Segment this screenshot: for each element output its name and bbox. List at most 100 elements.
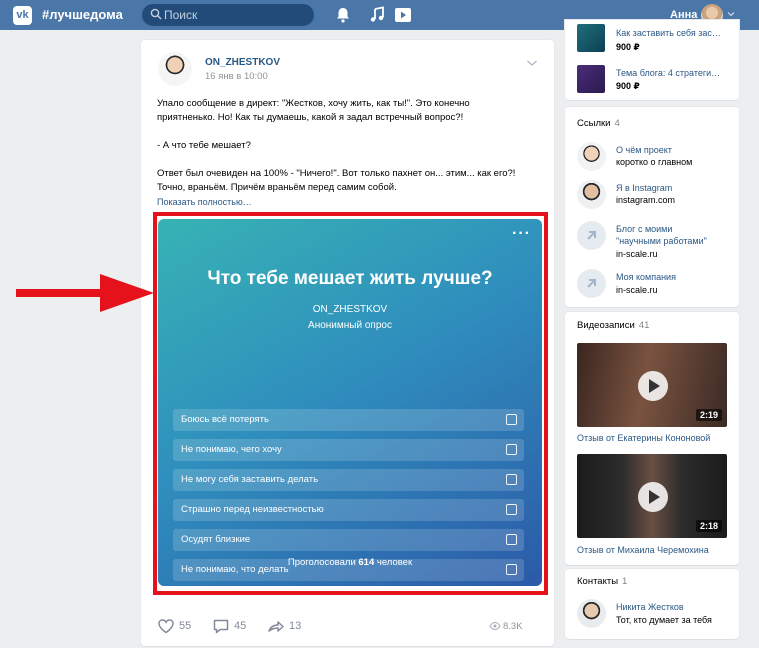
contacts-count: 1 xyxy=(622,576,628,587)
bell-icon[interactable] xyxy=(334,6,352,24)
product-title[interactable]: Тема блога: 4 стратеги… xyxy=(616,67,720,79)
contacts-heading-label: Контакты xyxy=(577,576,619,587)
poll-option-label: Боюсь всё потерять xyxy=(181,414,269,425)
video-thumb[interactable]: 2:19 xyxy=(577,343,727,427)
vk-logo-icon[interactable]: vk xyxy=(13,6,32,25)
poll-option[interactable]: Осудят близкие xyxy=(173,529,524,551)
checkbox-icon[interactable] xyxy=(506,534,517,545)
poll-type: Анонимный опрос xyxy=(308,320,392,331)
poll-option-label: Не понимаю, что делать xyxy=(181,564,289,575)
comments-count: 45 xyxy=(234,620,247,632)
videos-heading[interactable]: Видеозаписи 41 xyxy=(577,320,649,331)
poll-option[interactable]: Не понимаю, что делать xyxy=(173,559,524,581)
likes-count: 55 xyxy=(179,620,192,632)
contact-avatar[interactable] xyxy=(577,599,606,628)
videos-count: 41 xyxy=(638,320,650,331)
post-author[interactable]: ON_ZHESTKOV xyxy=(205,57,280,68)
post-text-line: Точно, враньём. Причём враньём перед сам… xyxy=(157,182,397,193)
contact-name[interactable]: Никита Жестков xyxy=(616,601,684,613)
play-icon[interactable] xyxy=(638,482,668,512)
share-icon xyxy=(268,621,284,632)
poll-option-label: Не могу себя заставить делать xyxy=(181,474,319,485)
post-text: Упало сообщение в директ: "Жестков, хочу… xyxy=(157,97,542,209)
product-price: 900 ₽ xyxy=(616,81,640,91)
post-text-line: Ответ был очевиден на 100% - "Ничего!". … xyxy=(157,168,516,179)
link-title[interactable]: О чём проект xyxy=(616,144,672,156)
heart-icon xyxy=(158,619,174,634)
video-caption[interactable]: Отзыв от Екатерины Кононовой xyxy=(577,433,710,443)
search-placeholder: Поиск xyxy=(164,8,198,22)
post-date[interactable]: 16 янв в 10:00 xyxy=(205,71,268,82)
author-avatar[interactable] xyxy=(158,52,192,86)
link-title-line: Блог с моими xyxy=(616,224,673,234)
post-menu-chevron-icon[interactable] xyxy=(526,58,538,68)
link-arrow-icon[interactable] xyxy=(577,221,606,250)
shares-count: 13 xyxy=(289,620,302,632)
checkbox-icon[interactable] xyxy=(506,564,517,575)
search-input[interactable]: Поиск xyxy=(142,4,314,26)
video-thumb[interactable]: 2:18 xyxy=(577,454,727,538)
contact-sub: Тот, кто думает за тебя xyxy=(616,615,712,625)
poll-author[interactable]: ON_ZHESTKOV xyxy=(158,304,542,315)
links-heading[interactable]: Ссылки 4 xyxy=(577,118,620,129)
video-duration: 2:18 xyxy=(695,520,722,532)
links-count: 4 xyxy=(614,118,620,129)
video-caption[interactable]: Отзыв от Михаила Черемохина xyxy=(577,545,709,555)
checkbox-icon[interactable] xyxy=(506,444,517,455)
contacts-heading[interactable]: Контакты 1 xyxy=(577,576,627,587)
product-price: 900 ₽ xyxy=(616,42,640,52)
link-title[interactable]: Моя компания xyxy=(616,271,676,283)
show-more-link[interactable]: Показать полностью… xyxy=(157,195,542,209)
like-button[interactable]: 55 xyxy=(157,617,197,635)
checkbox-icon[interactable] xyxy=(506,474,517,485)
link-title[interactable]: Я в Instagram xyxy=(616,182,672,194)
eye-icon xyxy=(489,621,501,631)
link-sub: instagram.com xyxy=(616,195,676,205)
videos-heading-label: Видеозаписи xyxy=(577,320,635,331)
link-sub: коротко о главном xyxy=(616,157,693,167)
poll-option[interactable]: Не понимаю, чего хочу xyxy=(173,439,524,461)
product-image[interactable] xyxy=(577,24,605,52)
comment-icon xyxy=(213,619,229,634)
poll-option-label: Не понимаю, чего хочу xyxy=(181,444,282,455)
play-icon[interactable] xyxy=(638,371,668,401)
link-thumb[interactable] xyxy=(577,180,606,209)
poll-title: Что тебе мешает жить лучше? xyxy=(207,268,493,289)
share-button[interactable]: 13 xyxy=(267,617,307,635)
post-text-line: Упало сообщение в директ: "Жестков, хочу… xyxy=(157,98,470,109)
poll-option-label: Осудят близкие xyxy=(181,534,251,545)
link-title-line: "научными работами" xyxy=(616,236,707,246)
poll-card: ··· Что тебе мешает жить лучше? ON_ZHEST… xyxy=(158,219,542,586)
play-icon[interactable] xyxy=(394,6,412,24)
site-name[interactable]: #лучшедома xyxy=(42,7,123,22)
post-actions: 55 45 13 xyxy=(157,617,542,635)
search-icon xyxy=(150,8,162,20)
product-title[interactable]: Как заставить себя зас… xyxy=(616,27,721,39)
poll-more-icon[interactable]: ··· xyxy=(512,226,531,242)
link-sub: in-scale.ru xyxy=(616,249,658,259)
views-count: 8.3K xyxy=(503,621,523,632)
link-sub: in-scale.ru xyxy=(616,285,658,295)
link-arrow-icon[interactable] xyxy=(577,269,606,298)
checkbox-icon[interactable] xyxy=(506,504,517,515)
chevron-down-icon[interactable] xyxy=(727,10,735,18)
contacts-block: Контакты 1 Никита Жестков Тот, кто думает… xyxy=(565,569,739,639)
poll-option-label: Страшно перед неизвестностью xyxy=(181,504,324,515)
music-icon[interactable] xyxy=(368,6,386,24)
poll-option[interactable]: Боюсь всё потерять xyxy=(173,409,524,431)
link-thumb[interactable] xyxy=(577,142,606,171)
links-block: Ссылки 4 О чём проект коротко о главном Я… xyxy=(565,107,739,307)
videos-block: Видеозаписи 41 2:19 Отзыв от Екатерины Ко… xyxy=(565,312,739,565)
checkbox-icon[interactable] xyxy=(506,414,517,425)
post-card: ON_ZHESTKOV 16 янв в 10:00 Упало сообщен… xyxy=(141,40,554,646)
post-text-line: - А что тебе мешает? xyxy=(157,140,251,151)
links-heading-label: Ссылки xyxy=(577,118,611,129)
poll-option[interactable]: Страшно перед неизвестностью xyxy=(173,499,524,521)
comment-button[interactable]: 45 xyxy=(212,617,252,635)
arrow-right-icon xyxy=(16,274,154,312)
link-title[interactable]: Блог с моими "научными работами" xyxy=(616,223,707,247)
products-block: Как заставить себя зас… 900 ₽ Тема блога… xyxy=(565,20,739,100)
product-image[interactable] xyxy=(577,65,605,93)
poll-option[interactable]: Не могу себя заставить делать xyxy=(173,469,524,491)
post-text-line: приятненько. Но! Как ты думаешь, какой я… xyxy=(157,112,464,123)
